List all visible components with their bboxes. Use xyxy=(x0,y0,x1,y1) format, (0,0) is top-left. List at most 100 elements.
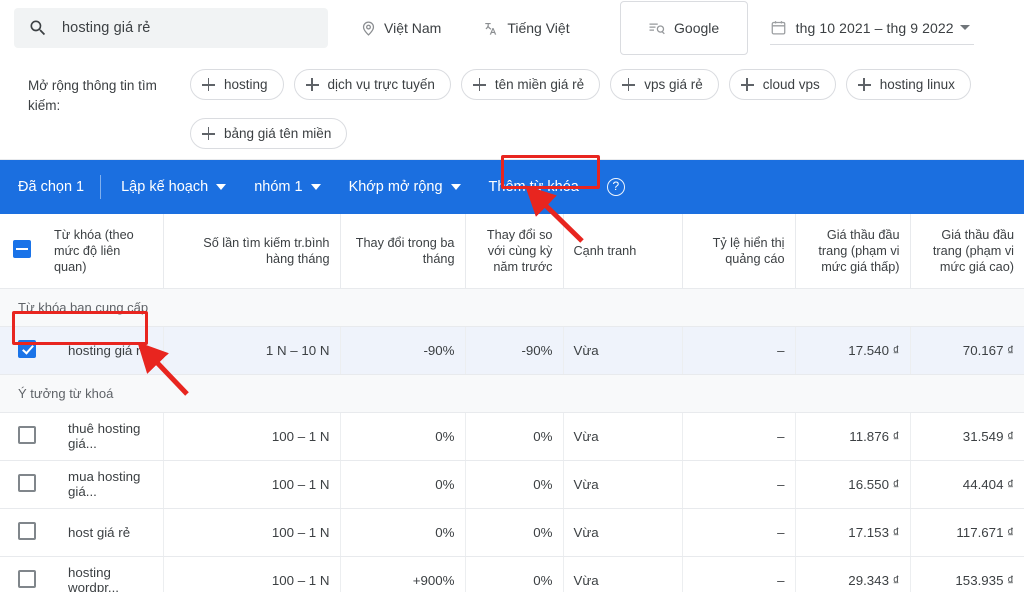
cell-high-bid: 70.167 ₫ xyxy=(910,326,1024,375)
chip-label: cloud vps xyxy=(762,77,820,92)
row-checkbox-icon[interactable] xyxy=(18,425,36,444)
selected-count-label: Đã chọn 1 xyxy=(18,179,85,195)
help-circle-icon[interactable]: ? xyxy=(606,178,625,196)
cell-ad-impr-share: – xyxy=(682,412,796,461)
header-competition[interactable]: Cạnh tranh xyxy=(563,214,683,289)
plan-button-label: Lập kế hoạch xyxy=(121,179,209,195)
row-checkbox-checked-icon[interactable] xyxy=(18,339,36,358)
row-checkbox-icon[interactable] xyxy=(18,569,36,588)
cell-competition: Vừa xyxy=(563,556,683,592)
adgroup-button-label: nhóm 1 xyxy=(254,179,303,195)
suggestion-chip[interactable]: hosting xyxy=(190,69,284,100)
language-label: Tiếng Việt xyxy=(507,20,570,36)
group-header-row: Ý tưởng từ khoá xyxy=(0,374,1024,413)
table-row[interactable]: thuê hosting giá... 100 – 1 N 0% 0% Vừa … xyxy=(0,412,1024,461)
cell-three-month: 0% xyxy=(340,460,466,509)
location-pin-icon xyxy=(362,21,375,36)
header-three-month[interactable]: Thay đổi trong ba tháng xyxy=(340,214,466,289)
chevron-down-icon[interactable] xyxy=(959,25,970,30)
date-range-selector[interactable]: thg 10 2021 – thg 9 2022 xyxy=(769,11,974,45)
row-checkbox-icon[interactable] xyxy=(18,521,36,540)
cell-low-bid: 16.550 ₫ xyxy=(795,460,911,509)
plus-icon xyxy=(202,78,215,91)
chevron-down-icon xyxy=(216,184,227,190)
cell-avg-searches: 100 – 1 N xyxy=(163,460,341,509)
cell-avg-searches: 100 – 1 N xyxy=(163,556,341,592)
search-engine-selector[interactable]: Google xyxy=(619,1,748,55)
cell-ad-impr-share: – xyxy=(682,556,796,592)
header-ad-impr-share[interactable]: Tỷ lệ hiển thị quảng cáo xyxy=(682,214,796,289)
header-high-bid[interactable]: Giá thầu đầu trang (phạm vi mức giá cao) xyxy=(910,214,1024,289)
row-checkbox-cell[interactable] xyxy=(0,326,44,375)
row-checkbox-cell[interactable] xyxy=(0,508,44,557)
cell-yoy-change: -90% xyxy=(465,326,564,375)
row-checkbox-cell[interactable] xyxy=(0,556,44,592)
row-checkbox-icon[interactable] xyxy=(18,473,36,492)
adgroup-button[interactable]: nhóm 1 xyxy=(240,173,334,201)
chevron-down-icon xyxy=(450,184,461,190)
header-yoy-change[interactable]: Thay đổi so với cùng kỳ năm trước xyxy=(465,214,564,289)
suggestion-chip[interactable]: hosting linux xyxy=(845,69,971,100)
header-keyword[interactable]: Từ khóa (theo mức độ liên quan) xyxy=(44,214,164,289)
cell-three-month: 0% xyxy=(340,412,466,461)
cell-high-bid: 153.935 ₫ xyxy=(910,556,1024,592)
cell-keyword: thuê hosting giá... xyxy=(44,412,164,461)
cell-ad-impr-share: – xyxy=(682,508,796,557)
group-title: Ý tưởng từ khoá xyxy=(0,374,1024,413)
location-selector[interactable]: Việt Nam xyxy=(350,8,451,48)
search-icon xyxy=(30,20,46,36)
suggestion-chip[interactable]: vps giá rẻ xyxy=(610,69,719,100)
location-label: Việt Nam xyxy=(384,20,442,36)
keyword-table: Từ khóa (theo mức độ liên quan) Số lần t… xyxy=(0,214,1024,592)
cell-low-bid: 11.876 ₫ xyxy=(795,412,911,461)
search-input[interactable]: hosting giá rẻ xyxy=(14,8,328,48)
cell-high-bid: 31.549 ₫ xyxy=(910,412,1024,461)
suggestion-chip[interactable]: dịch vụ trực tuyến xyxy=(293,69,451,100)
cell-ad-impr-share: – xyxy=(682,460,796,509)
cell-ad-impr-share: – xyxy=(682,326,796,375)
plan-button[interactable]: Lập kế hoạch xyxy=(107,173,240,201)
row-checkbox-cell[interactable] xyxy=(0,460,44,509)
add-keyword-button[interactable]: Thêm từ khóa xyxy=(475,173,593,201)
cell-keyword: mua hosting giá... xyxy=(44,460,164,509)
cell-competition: Vừa xyxy=(563,326,683,375)
cell-yoy-change: 0% xyxy=(465,460,564,509)
table-row[interactable]: host giá rẻ 100 – 1 N 0% 0% Vừa – 17.153… xyxy=(0,508,1024,557)
match-type-button[interactable]: Khớp mở rộng xyxy=(335,173,475,201)
table-row[interactable]: hosting giá rẻ 1 N – 10 N -90% -90% Vừa … xyxy=(0,326,1024,375)
search-engine-icon xyxy=(649,23,665,35)
table-row[interactable]: hosting wordpr... 100 – 1 N +900% 0% Vừa… xyxy=(0,556,1024,592)
suggestion-chips: hosting dịch vụ trực tuyến tên miền giá … xyxy=(190,64,1010,149)
toolbar-divider xyxy=(100,175,102,199)
expand-search-label: Mở rộng thông tin tìm kiếm: xyxy=(28,78,157,113)
top-search-bar: hosting giá rẻ Việt Nam Tiếng Việt Googl… xyxy=(0,0,1024,56)
chip-label: hosting linux xyxy=(879,77,955,92)
cell-three-month: -90% xyxy=(340,326,466,375)
suggestion-chip[interactable]: bảng giá tên miền xyxy=(190,118,348,149)
cell-competition: Vừa xyxy=(563,460,683,509)
date-range-label: thg 10 2021 – thg 9 2022 xyxy=(795,19,954,36)
plus-icon xyxy=(622,78,636,91)
chip-label: tên miền giá rẻ xyxy=(494,77,585,92)
indeterminate-checkbox-icon[interactable] xyxy=(13,239,31,258)
suggestion-chip[interactable]: tên miền giá rẻ xyxy=(460,69,601,100)
plus-icon xyxy=(305,78,319,91)
header-avg-searches[interactable]: Số lần tìm kiếm tr.bình hàng tháng xyxy=(163,214,341,289)
expand-search-row: Mở rộng thông tin tìm kiếm: hosting dịch… xyxy=(0,56,1024,160)
chip-label: hosting xyxy=(224,77,268,92)
calendar-icon xyxy=(771,21,785,35)
plus-icon xyxy=(472,78,486,91)
group-header-row: Từ khóa bạn cung cấp xyxy=(0,288,1024,327)
cell-low-bid: 17.540 ₫ xyxy=(795,326,911,375)
header-low-bid[interactable]: Giá thầu đầu trang (phạm vi mức giá thấp… xyxy=(795,214,911,289)
chip-label: vps giá rẻ xyxy=(644,77,703,92)
table-row[interactable]: mua hosting giá... 100 – 1 N 0% 0% Vừa –… xyxy=(0,460,1024,509)
cell-keyword: hosting giá rẻ xyxy=(44,326,164,375)
cell-three-month: +900% xyxy=(340,556,466,592)
search-query-value: hosting giá rẻ xyxy=(62,20,151,36)
row-checkbox-cell[interactable] xyxy=(0,412,44,461)
cell-high-bid: 117.671 ₫ xyxy=(910,508,1024,557)
suggestion-chip[interactable]: cloud vps xyxy=(728,69,836,100)
selection-action-bar: Đã chọn 1 Lập kế hoạch nhóm 1 Khớp mở rộ… xyxy=(0,160,1024,214)
language-selector[interactable]: Tiếng Việt xyxy=(473,8,579,48)
